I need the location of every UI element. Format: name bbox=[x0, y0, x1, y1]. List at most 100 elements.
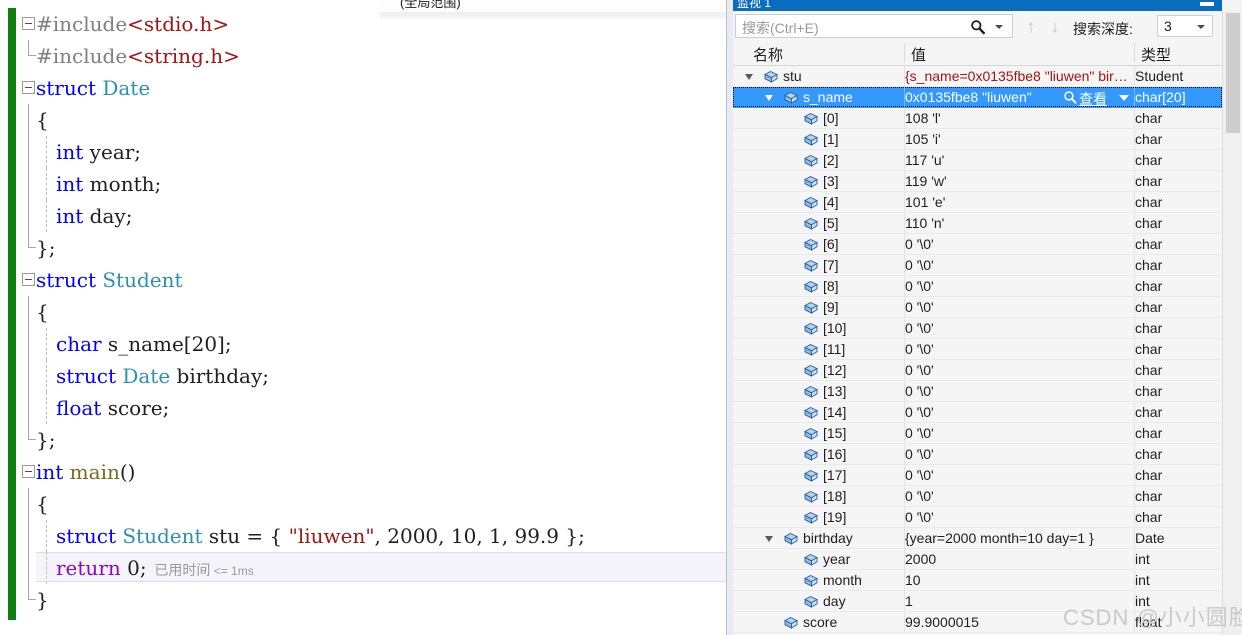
watch-row[interactable]: [13] 0 '\0' char bbox=[733, 381, 1222, 402]
variable-value[interactable]: {s_name=0x0135fbe8 "liuwen" bir… bbox=[905, 68, 1128, 84]
variable-value[interactable]: 101 'e' bbox=[905, 194, 945, 210]
variable-value[interactable]: 0 '\0' bbox=[905, 236, 934, 252]
watch-variable-grid[interactable]: stu {s_name=0x0135fbe8 "liuwen" bir… Stude… bbox=[733, 66, 1222, 635]
watch-row[interactable]: [10] 0 '\0' char bbox=[733, 318, 1222, 339]
variable-value[interactable]: 0 '\0' bbox=[905, 404, 934, 420]
code-line[interactable]: struct Date birthday; bbox=[0, 360, 733, 392]
variable-value[interactable]: 0 '\0' bbox=[905, 467, 934, 483]
variable-value[interactable]: {year=2000 month=10 day=1 } bbox=[905, 530, 1094, 546]
code-line[interactable]: } bbox=[0, 584, 733, 616]
variable-value[interactable]: 0 '\0' bbox=[905, 509, 934, 525]
variable-value[interactable]: 0x0135fbe8 "liuwen" bbox=[905, 89, 1032, 105]
watch-row[interactable]: s_name 0x0135fbe8 "liuwen" 查看 char[20] bbox=[733, 87, 1222, 108]
variable-value[interactable]: 0 '\0' bbox=[905, 299, 934, 315]
search-previous-arrow-up-icon[interactable]: ↑ bbox=[1023, 18, 1039, 35]
variable-value[interactable]: 108 'l' bbox=[905, 110, 941, 126]
watch-row[interactable]: [19] 0 '\0' char bbox=[733, 507, 1222, 528]
code-line[interactable]: return 0; 已用时间 <= 1ms bbox=[0, 552, 733, 584]
codelens-elapsed-time[interactable]: 已用时间 <= 1ms bbox=[147, 562, 253, 578]
variable-value[interactable]: 110 'n' bbox=[905, 215, 944, 231]
watch-title-bar[interactable]: 监视 1 bbox=[733, 0, 1222, 11]
code-line[interactable]: struct Student bbox=[0, 264, 733, 296]
watch-row[interactable]: [18] 0 '\0' char bbox=[733, 486, 1222, 507]
code-line[interactable]: struct Student stu = { "liuwen", 2000, 1… bbox=[0, 520, 733, 552]
code-line[interactable]: int month; bbox=[0, 168, 733, 200]
variable-value[interactable]: 0 '\0' bbox=[905, 488, 934, 504]
outline-collapse-icon[interactable] bbox=[22, 17, 35, 30]
variable-value[interactable]: 0 '\0' bbox=[905, 383, 934, 399]
pane-splitter[interactable] bbox=[726, 0, 733, 635]
outline-collapse-icon[interactable] bbox=[22, 465, 35, 478]
variable-value[interactable]: 119 'w' bbox=[905, 173, 947, 189]
view-visualizer-link[interactable]: 查看 bbox=[1079, 89, 1107, 109]
variable-value[interactable]: 2000 bbox=[905, 551, 936, 567]
watch-vertical-scrollbar[interactable] bbox=[1222, 11, 1242, 635]
watch-row[interactable]: [17] 0 '\0' char bbox=[733, 465, 1222, 486]
variable-value[interactable]: 117 'u' bbox=[905, 152, 944, 168]
watch-row[interactable]: [6] 0 '\0' char bbox=[733, 234, 1222, 255]
variable-value[interactable]: 105 'i' bbox=[905, 131, 941, 147]
watch-row[interactable]: [4] 101 'e' char bbox=[733, 192, 1222, 213]
code-line[interactable]: { bbox=[0, 104, 733, 136]
watch-row[interactable]: [14] 0 '\0' char bbox=[733, 402, 1222, 423]
code-line[interactable]: int main() bbox=[0, 456, 733, 488]
search-options-chevron-down-icon[interactable] bbox=[995, 25, 1003, 29]
search-next-arrow-down-icon[interactable]: ↓ bbox=[1047, 18, 1063, 35]
watch-row[interactable]: [9] 0 '\0' char bbox=[733, 297, 1222, 318]
window-minimize-icon[interactable] bbox=[1200, 2, 1214, 6]
watch-row[interactable]: [11] 0 '\0' char bbox=[733, 339, 1222, 360]
watch-row[interactable]: [7] 0 '\0' char bbox=[733, 255, 1222, 276]
value-visualizer-magnifier-icon[interactable] bbox=[1063, 90, 1078, 105]
code-line[interactable]: }; bbox=[0, 424, 733, 456]
watch-row[interactable]: stu {s_name=0x0135fbe8 "liuwen" bir… Stude… bbox=[733, 66, 1222, 87]
watch-row[interactable]: [12] 0 '\0' char bbox=[733, 360, 1222, 381]
row-expander-triangle-icon[interactable] bbox=[765, 534, 774, 543]
variable-value[interactable]: 1 bbox=[905, 593, 913, 609]
variable-value[interactable]: 99.9000015 bbox=[905, 614, 979, 630]
search-input[interactable]: 搜索(Ctrl+E) bbox=[742, 18, 819, 38]
code-line[interactable]: }; bbox=[0, 232, 733, 264]
code-line[interactable]: char s_name[20]; bbox=[0, 328, 733, 360]
variable-value[interactable]: 0 '\0' bbox=[905, 446, 934, 462]
watch-row[interactable]: year 2000 int bbox=[733, 549, 1222, 570]
search-icon[interactable] bbox=[970, 19, 986, 35]
row-expander-triangle-icon[interactable] bbox=[745, 72, 754, 81]
variable-value[interactable]: 0 '\0' bbox=[905, 425, 934, 441]
watch-row[interactable]: [3] 119 'w' char bbox=[733, 171, 1222, 192]
column-header-value[interactable]: 值 bbox=[911, 44, 926, 65]
code-line[interactable]: int year; bbox=[0, 136, 733, 168]
column-header-name[interactable]: 名称 bbox=[753, 44, 783, 65]
code-lines-container[interactable]: #include<stdio.h> #include<string.h> struc… bbox=[0, 8, 733, 635]
scrollbar-thumb[interactable] bbox=[1226, 13, 1240, 133]
code-line[interactable]: { bbox=[0, 296, 733, 328]
watch-row[interactable]: [2] 117 'u' char bbox=[733, 150, 1222, 171]
outline-collapse-icon[interactable] bbox=[22, 81, 35, 94]
watch-row[interactable]: birthday {year=2000 month=10 day=1 } Date bbox=[733, 528, 1222, 549]
watch-row[interactable]: month 10 int bbox=[733, 570, 1222, 591]
code-line[interactable]: struct Date bbox=[0, 72, 733, 104]
code-line[interactable]: #include<string.h> bbox=[0, 40, 733, 72]
variable-value[interactable]: 10 bbox=[905, 572, 921, 588]
search-box[interactable]: 搜索(Ctrl+E) bbox=[735, 14, 1013, 38]
code-line[interactable]: #include<stdio.h> bbox=[0, 8, 733, 40]
search-depth-combo[interactable]: 3 bbox=[1157, 15, 1213, 37]
code-line[interactable]: int day; bbox=[0, 200, 733, 232]
watch-row[interactable]: [16] 0 '\0' char bbox=[733, 444, 1222, 465]
row-expander-triangle-icon[interactable] bbox=[765, 93, 774, 102]
column-header-type[interactable]: 类型 bbox=[1141, 44, 1171, 65]
watch-row[interactable]: [5] 110 'n' char bbox=[733, 213, 1222, 234]
variable-value[interactable]: 0 '\0' bbox=[905, 257, 934, 273]
code-line[interactable]: float score; bbox=[0, 392, 733, 424]
watch-row[interactable]: [1] 105 'i' char bbox=[733, 129, 1222, 150]
variable-value[interactable]: 0 '\0' bbox=[905, 278, 934, 294]
variable-value[interactable]: 0 '\0' bbox=[905, 341, 934, 357]
variable-value[interactable]: 0 '\0' bbox=[905, 362, 934, 378]
watch-row[interactable]: [8] 0 '\0' char bbox=[733, 276, 1222, 297]
outline-collapse-icon[interactable] bbox=[22, 273, 35, 286]
watch-row[interactable]: [15] 0 '\0' char bbox=[733, 423, 1222, 444]
visualizer-chevron-down-icon[interactable] bbox=[1119, 95, 1129, 101]
code-line[interactable]: { bbox=[0, 488, 733, 520]
search-depth-chevron-down-icon[interactable] bbox=[1197, 25, 1205, 29]
variable-value[interactable]: 0 '\0' bbox=[905, 320, 934, 336]
watch-row[interactable]: [0] 108 'l' char bbox=[733, 108, 1222, 129]
